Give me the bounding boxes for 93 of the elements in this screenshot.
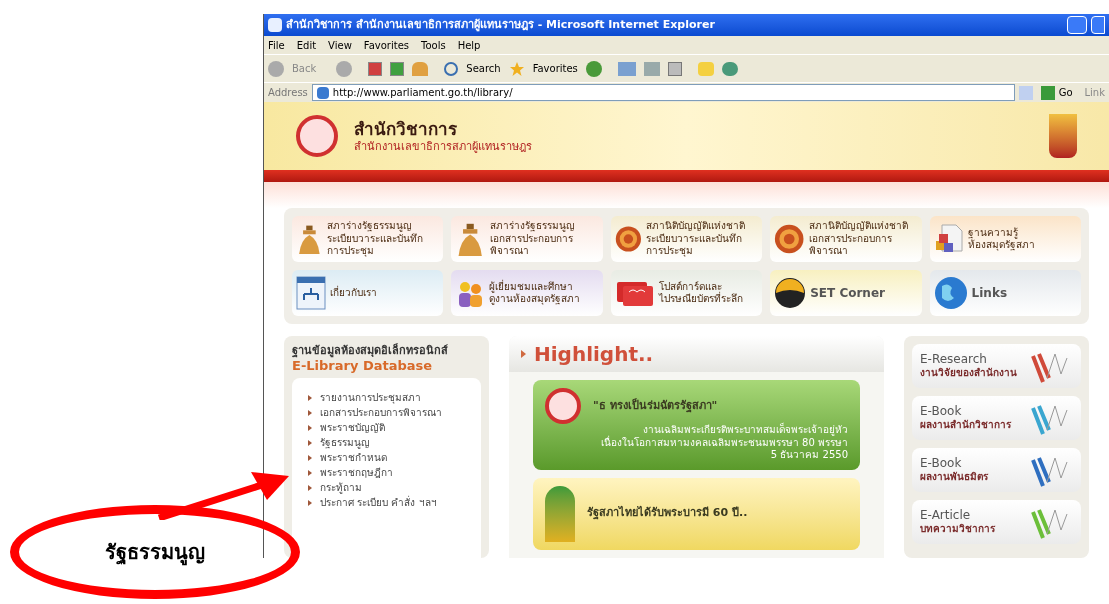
- emblem-icon: [545, 388, 581, 424]
- tile-label: โปสต์การ์ดและ: [658, 280, 722, 292]
- resource-title: E-Research: [920, 352, 988, 367]
- card-text: เนื่องในโอกาสมหามงคลเฉลิมพระชนมพรรษา 80 พรรษา: [599, 436, 848, 449]
- menu-tile[interactable]: สภานิติบัญญัติแห่งชาติ เอกสารประกอบการพิจารณา: [770, 216, 922, 262]
- tile-label: Links: [971, 285, 1008, 301]
- resource-link[interactable]: E-Book ผลงานพันธมิตร: [912, 448, 1081, 492]
- tile-label: ระเบียบวาระและบันทึกการประชุม: [645, 232, 743, 258]
- bullet-icon: [308, 469, 312, 476]
- resource-subtitle: บทความวิชาการ: [920, 523, 996, 536]
- favorites-label[interactable]: Favorites: [532, 61, 578, 76]
- document-icon: [933, 223, 964, 255]
- site-title: สำนักวิชาการ: [354, 118, 458, 140]
- bullet-icon: [308, 484, 312, 491]
- search-label[interactable]: Search: [466, 61, 501, 76]
- bullet-icon: [308, 394, 312, 401]
- caret-icon: [521, 350, 526, 358]
- resource-subtitle: งานวิจัยของสำนักงาน: [920, 367, 1018, 380]
- database-link[interactable]: รายงานการประชุมสภา: [320, 390, 421, 405]
- database-link[interactable]: พระราชกำหนด: [320, 450, 387, 465]
- callout-text: รัฐธรรมนูญ: [105, 539, 205, 567]
- menu-tile[interactable]: Links: [929, 270, 1081, 316]
- menu-tile[interactable]: สภาร่างรัฐธรรมนูญ ระเบียบวาระและบันทึกการประชุม: [292, 216, 444, 262]
- tile-label: SET Corner: [810, 285, 885, 301]
- highlight-card[interactable]: "ธ ทรงเป็นร่มฉัตรรัฐสภา" งานเฉลิมพระเกียรติพระบาทสมเด็จพระเจ้าอยู่หัว เนื่องในโอกาสมหามงคลเฉลิมพระชนมพรรษา 80 พรรษา 5 ธันวาคม 2550: [533, 380, 860, 470]
- bullet-icon: [308, 499, 312, 506]
- menu-item[interactable]: File: [268, 37, 285, 53]
- tile-label: สภานิติบัญญัติแห่งชาติ: [808, 220, 909, 233]
- bullet-icon: [308, 409, 312, 416]
- menu-tile[interactable]: โปสต์การ์ดและ ไปรษณียบัตรที่ระลึก: [610, 270, 763, 316]
- seal-icon: [774, 222, 805, 256]
- window-title: สำนักวิชาการ สำนักงานเลขาธิการสภาผู้แทนราษฎร - Microsoft Internet Explorer: [286, 16, 716, 34]
- menu-tile[interactable]: สภาร่างรัฐธรรมนูญ เอกสารประกอบการพิจารณา: [451, 216, 603, 262]
- resource-link[interactable]: E-Book ผลงานสำนักวิชาการ: [912, 396, 1081, 440]
- card-heading: "ธ ทรงเป็นร่มฉัตรรัฐสภา": [593, 397, 718, 415]
- address-label: Address: [268, 86, 308, 100]
- menu-item[interactable]: Help: [457, 37, 481, 53]
- card-text: 5 ธันวาคม 2550: [769, 449, 848, 462]
- sun-logo-icon: [774, 277, 807, 309]
- bullet-icon: [308, 424, 312, 431]
- database-link[interactable]: กระทู้ถาม: [320, 480, 362, 495]
- bullet-icon: [308, 439, 312, 446]
- database-link[interactable]: รัฐธรรมนูญ: [320, 435, 370, 450]
- database-link[interactable]: ประกาศ ระเบียบ คำสั่ง ฯลฯ: [320, 495, 437, 510]
- address-field[interactable]: http://www.parliament.go.th/library/: [311, 84, 1015, 101]
- tile-label: ระเบียบวาระและบันทึกการประชุม: [326, 232, 424, 258]
- site-subtitle: สำนักงานเลขาธิการสภาผู้แทนราษฎร: [354, 139, 533, 154]
- menu-tile[interactable]: SET Corner: [770, 270, 922, 316]
- card-heading: รัฐสภาไทยได้รับพระบารมี 60 ปี..: [587, 505, 748, 522]
- tile-label: สภานิติบัญญัติแห่งชาติ: [645, 220, 746, 233]
- resource-link[interactable]: E-Article บทความวิชาการ: [912, 500, 1081, 544]
- minimize-button[interactable]: [1067, 16, 1087, 34]
- tile-label: ดูงานห้องสมุดรัฐสภา: [489, 293, 581, 306]
- tile-label: ผู้เยี่ยมชมและศึกษา: [489, 280, 574, 293]
- url-text: http://www.parliament.go.th/library/: [332, 86, 513, 100]
- tile-label: ฐานความรู้: [967, 226, 1018, 239]
- resource-title: E-Book: [920, 404, 963, 419]
- tile-label: เอกสารประกอบการพิจารณา: [489, 232, 574, 258]
- emblem-icon: [296, 115, 338, 157]
- card-text: งานเฉลิมพระเกียรติพระบาทสมเด็จพระเจ้าอยู่หัว: [643, 424, 848, 436]
- tile-label: สภาร่างรัฐธรรมนูญ: [326, 220, 413, 233]
- database-link[interactable]: เอกสารประกอบการพิจารณา: [320, 405, 442, 420]
- tile-label: ห้องสมุดรัฐสภา: [967, 239, 1035, 252]
- menu-item[interactable]: View: [328, 37, 352, 53]
- menu-item[interactable]: Edit: [296, 37, 317, 53]
- resource-title: E-Article: [920, 508, 972, 524]
- globe-icon: [933, 276, 968, 310]
- restore-button[interactable]: [1091, 16, 1105, 34]
- menu-tile[interactable]: ผู้เยี่ยมชมและศึกษา ดูงานห้องสมุดรัฐสภา: [451, 270, 603, 316]
- star-icon[interactable]: [508, 60, 525, 77]
- tile-label: เกี่ยวกับเรา: [330, 286, 377, 300]
- menu-item[interactable]: Favorites: [363, 37, 409, 53]
- org-chart-icon: [296, 276, 326, 310]
- database-link[interactable]: พระราชกฤษฎีกา: [320, 465, 393, 480]
- tile-label: เอกสารประกอบการพิจารณา: [808, 232, 893, 258]
- resource-link[interactable]: E-Research งานวิจัยของสำนักงาน: [912, 344, 1081, 388]
- resource-subtitle: ผลงานสำนักวิชาการ: [920, 419, 1012, 432]
- elibrary-title: ฐานข้อมูลห้องสมุดอิเล็กทรอนิกส์: [292, 344, 449, 358]
- menu-tile[interactable]: ฐานความรู้ ห้องสมุดรัฐสภา: [929, 216, 1081, 262]
- highlight-card[interactable]: รัฐสภาไทยได้รับพระบารมี 60 ปี..: [533, 477, 860, 550]
- menu-tile[interactable]: เกี่ยวกับเรา: [292, 270, 444, 316]
- tile-label: ไปรษณียบัตรที่ระลึก: [658, 293, 743, 306]
- bullet-icon: [308, 454, 312, 461]
- resource-title: E-Book: [920, 456, 963, 471]
- elibrary-subtitle: E-Library Database: [292, 357, 433, 374]
- menu-item[interactable]: Tools: [421, 37, 446, 53]
- tile-label: สภาร่างรัฐธรรมนูญ: [489, 220, 576, 233]
- highlight-heading: Highlight..: [534, 341, 654, 368]
- search-icon[interactable]: [444, 61, 459, 76]
- go-button[interactable]: Go: [1058, 85, 1073, 100]
- database-link[interactable]: พระราชบัญญัติ: [320, 420, 385, 435]
- menu-tile[interactable]: สภานิติบัญญัติแห่งชาติ ระเบียบวาระและบันทึกการประชุม: [610, 216, 763, 262]
- resource-subtitle: ผลงานพันธมิตร: [920, 471, 989, 484]
